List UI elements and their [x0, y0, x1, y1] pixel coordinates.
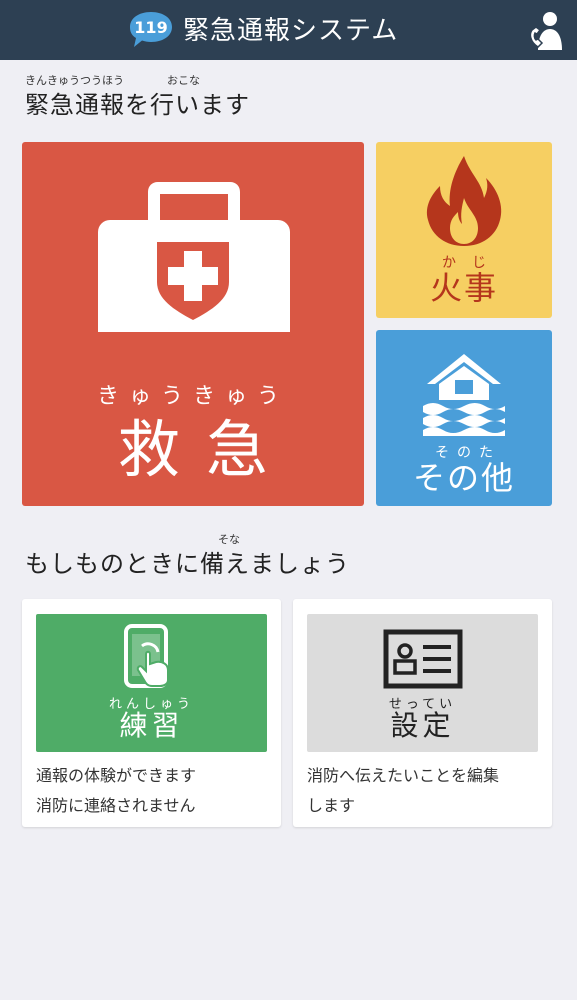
settings-label: 設定: [390, 709, 455, 742]
flame-icon: [426, 156, 502, 246]
practice-description: 通報の体験ができます 消防に連絡されません: [36, 761, 272, 821]
first-aid-kit-icon: [98, 182, 290, 332]
settings-desc-line1: 消防へ伝えたいことを編集: [307, 766, 500, 785]
practice-label: 練習: [119, 709, 184, 742]
app-header: 119 緊急通報システム: [0, 0, 577, 60]
section-ruby-sona: そな: [218, 533, 240, 546]
flood-house-icon: [423, 354, 505, 436]
ems-label: 救急: [117, 413, 294, 486]
id-card-icon: [383, 629, 463, 689]
settings-desc-line2: します: [307, 796, 356, 815]
section-ruby-kinkyu: きんきゅうつうほう: [25, 74, 124, 87]
tablet-touch-icon: [124, 624, 169, 688]
practice-card[interactable]: れんしゅう 練習 通報の体験ができます 消防に連絡されません: [22, 599, 281, 827]
prepare-section-title: もしものときに備えましょう: [25, 550, 350, 578]
header-title: 緊急通報システム: [183, 16, 399, 46]
fire-tile[interactable]: かじ 火事: [376, 142, 552, 318]
practice-desc-line1: 通報の体験ができます: [36, 766, 197, 785]
settings-card[interactable]: せってい 設定 消防へ伝えたいことを編集 します: [293, 599, 552, 827]
user-phone-icon[interactable]: [526, 10, 568, 52]
section-ruby-okona: おこな: [167, 74, 200, 87]
practice-desc-line2: 消防に連絡されません: [36, 796, 196, 815]
fire-label: 火事: [429, 269, 498, 307]
other-label: その他: [412, 459, 515, 497]
ems-ruby: きゅうきゅう: [96, 384, 289, 409]
settings-description: 消防へ伝えたいことを編集 します: [307, 761, 543, 821]
other-tile[interactable]: そのた その他: [376, 330, 552, 506]
practice-button[interactable]: れんしゅう 練習: [36, 614, 267, 752]
logo-badge-text: 119: [134, 18, 167, 37]
settings-button[interactable]: せってい 設定: [307, 614, 538, 752]
logo-119-icon: 119: [128, 10, 174, 50]
report-section-title: 緊急通報を行います: [25, 91, 250, 119]
ambulance-tile[interactable]: きゅうきゅう 救急: [22, 142, 364, 506]
